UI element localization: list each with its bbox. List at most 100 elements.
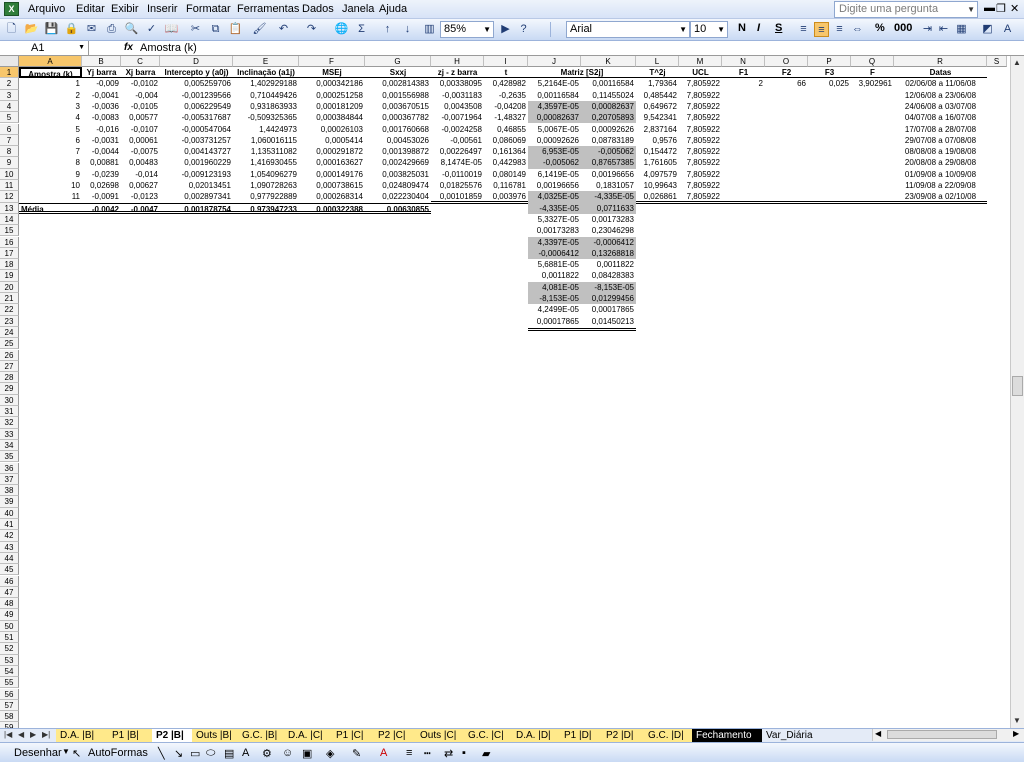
row-header[interactable]: 42 <box>0 530 19 542</box>
cell-r[interactable]: 11/09/08 a 22/09/08 <box>894 180 987 191</box>
cell-c[interactable]: -0,0102 <box>121 78 160 89</box>
cell-l[interactable]: 4,097579 <box>636 169 679 180</box>
cell-i[interactable]: 0,086069 <box>484 135 528 146</box>
font-name-select[interactable]: Arial ▼ <box>566 21 690 38</box>
cell-j[interactable]: 0,00173283 <box>528 225 581 236</box>
cell-j[interactable]: 4,3597E-05 <box>528 100 581 113</box>
cell-d[interactable]: 0,001878754 <box>160 202 233 214</box>
cell-l[interactable]: 1,761605 <box>636 157 679 168</box>
sheet-tab[interactable]: Outs |B| <box>192 729 238 742</box>
cell-k[interactable]: 0,0011822 <box>581 259 636 270</box>
header-cell-a[interactable]: Amostra (k) <box>19 67 82 79</box>
cell-j[interactable]: 5,2164E-05 <box>528 78 581 89</box>
cell-j[interactable]: 0,00196656 <box>528 180 581 191</box>
cell-c[interactable]: -0,0123 <box>121 191 160 202</box>
cell-m[interactable]: 7,805922 <box>679 101 722 112</box>
cell-e[interactable]: 1,060016115 <box>233 135 299 146</box>
row-header[interactable]: 39 <box>0 496 19 508</box>
cell-c[interactable]: -0,0107 <box>121 124 160 135</box>
cell-d[interactable]: 0,004143727 <box>160 146 233 157</box>
cell-b[interactable]: 0,00881 <box>82 157 121 168</box>
cell-b[interactable]: -0,0083 <box>82 112 121 123</box>
cell-j[interactable]: 6,1419E-05 <box>528 169 581 180</box>
cell-m[interactable]: 7,805922 <box>679 78 722 89</box>
cell-k[interactable]: -0,0006412 <box>581 236 636 248</box>
cell-c[interactable]: -0,0075 <box>121 146 160 157</box>
align-left-icon[interactable]: ≡ <box>796 22 811 37</box>
row-header[interactable]: 56 <box>0 688 19 700</box>
cell-a[interactable]: 7 <box>19 146 82 157</box>
header-cell-n[interactable]: F1 <box>722 67 765 79</box>
first-sheet-icon[interactable]: |◀ <box>4 730 12 739</box>
cell-h[interactable]: 0,0043508 <box>431 101 484 112</box>
scroll-down-icon[interactable]: ▼ <box>1013 716 1021 725</box>
ask-question-input[interactable]: Digite uma pergunta ▼ <box>834 1 978 18</box>
chevron-down-icon[interactable]: ▼ <box>717 22 725 37</box>
header-cell-r[interactable]: Datas <box>894 67 987 79</box>
cell-e[interactable]: 1,090728263 <box>233 180 299 191</box>
row-header[interactable]: 25 <box>0 338 19 350</box>
comma-style-button[interactable]: 000 <box>894 22 912 34</box>
row-header[interactable]: 9 <box>0 157 19 169</box>
sort-descending-icon[interactable]: ↓ <box>400 22 415 37</box>
header-cell-e[interactable]: Inclinação (a1j) <box>233 67 299 79</box>
sheet-tab[interactable]: D.A. |B| <box>56 729 108 742</box>
cell-f[interactable]: 0,000251258 <box>299 90 365 101</box>
cell-a[interactable]: 11 <box>19 191 82 202</box>
cell-r[interactable]: 02/06/08 a 11/06/08 <box>894 78 987 89</box>
cell-k[interactable]: 0,13268818 <box>581 247 636 260</box>
cell-d[interactable]: -0,001239566 <box>160 90 233 101</box>
cell-k[interactable]: 0,00082637 <box>581 100 636 113</box>
paste-icon[interactable]: 📋 <box>228 22 243 37</box>
cell-b[interactable]: -0,0044 <box>82 146 121 157</box>
cell-j[interactable]: 5,0067E-05 <box>528 124 581 135</box>
chart-wizard-icon[interactable]: ▥ <box>422 22 437 37</box>
row-header[interactable]: 44 <box>0 552 19 565</box>
menu-ferramentas[interactable]: Ferramentas <box>237 3 299 15</box>
header-cell-q[interactable]: F <box>851 67 894 79</box>
chevron-down-icon[interactable]: ▼ <box>78 41 85 55</box>
cell-e[interactable]: 1,416930455 <box>233 157 299 168</box>
3d-icon[interactable]: ▰ <box>482 747 490 760</box>
row-header[interactable]: 20 <box>0 281 19 293</box>
header-cell-m[interactable]: UCL <box>679 67 722 79</box>
cell-j[interactable]: 0,00082637 <box>528 112 581 124</box>
percent-style-button[interactable]: % <box>875 22 885 34</box>
autosum-icon[interactable]: Σ <box>354 22 369 37</box>
row-header[interactable]: 52 <box>0 643 19 655</box>
cut-icon[interactable]: ✂ <box>188 22 203 37</box>
sheet-tab[interactable]: G.C. |C| <box>464 729 512 742</box>
cell-e[interactable]: 1,054096279 <box>233 169 299 180</box>
help-icon[interactable]: ? <box>516 22 531 37</box>
research-icon[interactable]: 📖 <box>164 22 179 37</box>
cell-c[interactable]: -0,0047 <box>121 202 160 214</box>
column-header-d[interactable]: D <box>160 56 233 67</box>
header-cell-c[interactable]: Xj barra <box>121 67 160 79</box>
italic-button[interactable]: I <box>757 22 760 34</box>
cell-d[interactable]: 0,006229549 <box>160 101 233 112</box>
prev-sheet-icon[interactable]: ◀ <box>18 730 24 739</box>
cell-k[interactable]: 0,08428383 <box>581 270 636 281</box>
cell-k[interactable]: 0,08783189 <box>581 135 636 146</box>
cell-g[interactable]: 0,00630855 <box>365 202 431 214</box>
cell-c[interactable]: -0,014 <box>121 169 160 180</box>
wordart-icon[interactable]: A <box>242 747 249 759</box>
row-header[interactable]: 13 <box>0 202 19 214</box>
rectangle-icon[interactable]: ▭ <box>190 747 200 760</box>
font-color-draw-icon[interactable]: A <box>380 747 387 759</box>
cell-r[interactable]: 29/07/08 a 07/08/08 <box>894 135 987 146</box>
cell-f[interactable]: 0,000384844 <box>299 112 365 123</box>
cell-h[interactable]: 8,1474E-05 <box>431 157 484 168</box>
cell-i[interactable]: 0,46855 <box>484 124 528 135</box>
cell-r[interactable]: 01/09/08 a 10/09/08 <box>894 169 987 180</box>
row-header[interactable]: 31 <box>0 406 19 418</box>
cell-f[interactable]: 0,000738615 <box>299 180 365 191</box>
minimize-icon[interactable]: ▬ <box>984 2 995 14</box>
row-header[interactable]: 14 <box>0 213 19 226</box>
row-header[interactable]: 18 <box>0 259 19 271</box>
header-cell-i[interactable]: t <box>484 67 528 79</box>
row-header[interactable]: 40 <box>0 507 19 519</box>
cell-j[interactable]: 0,00116584 <box>528 90 581 101</box>
cell-a[interactable]: 4 <box>19 112 82 123</box>
cell-e[interactable]: 0,710449426 <box>233 90 299 101</box>
